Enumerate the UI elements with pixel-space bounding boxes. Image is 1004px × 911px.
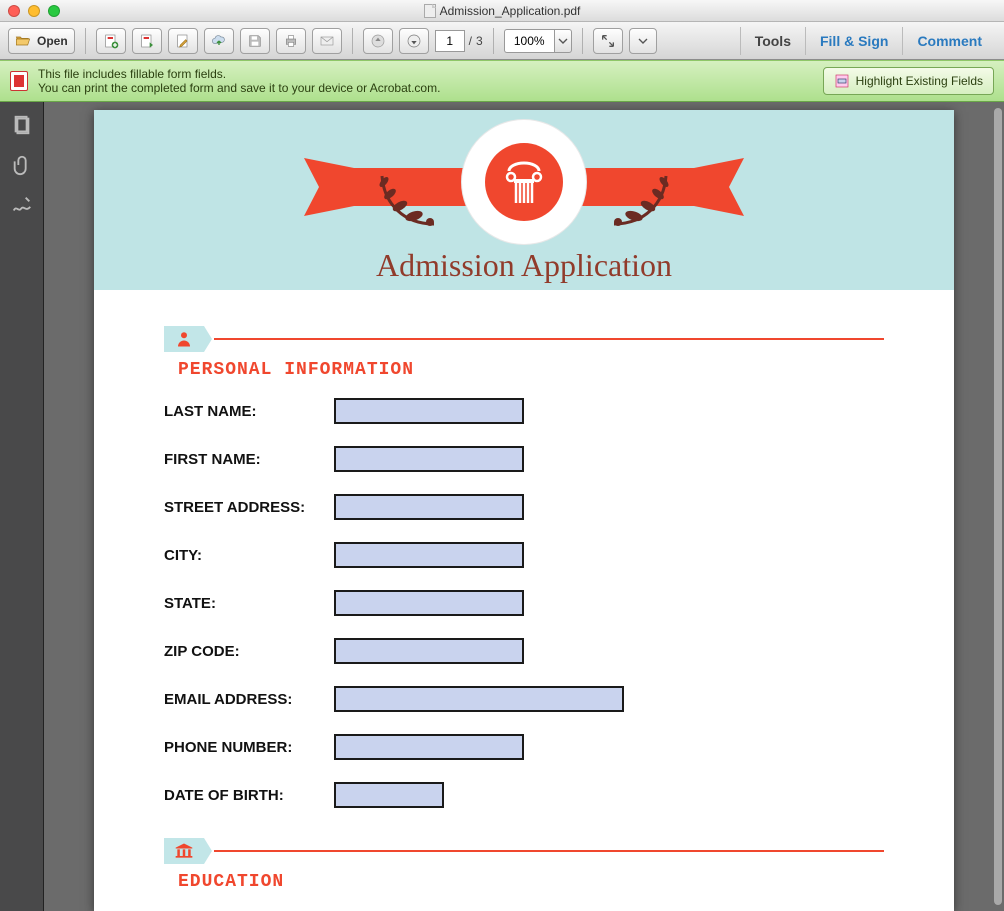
window-close-button[interactable] <box>8 5 20 17</box>
signatures-panel-button[interactable] <box>11 194 33 216</box>
attachments-panel-button[interactable] <box>11 154 33 176</box>
input-dob[interactable] <box>334 782 444 808</box>
laurel-right-icon <box>604 164 684 234</box>
create-pdf-button[interactable] <box>96 28 126 54</box>
document-viewer[interactable]: Admission Application PERSONAL INFORMATI… <box>44 102 1004 911</box>
label-dob: DATE OF BIRTH: <box>164 787 334 804</box>
open-button[interactable]: Open <box>8 28 75 54</box>
input-phone[interactable] <box>334 734 524 760</box>
section-header-personal <box>164 326 884 352</box>
highlight-fields-button[interactable]: Highlight Existing Fields <box>823 67 994 95</box>
input-street-address[interactable] <box>334 494 524 520</box>
input-city[interactable] <box>334 542 524 568</box>
highlight-icon <box>834 73 850 89</box>
page-total: 3 <box>476 34 483 48</box>
chevron-down-icon <box>555 33 571 49</box>
seal-graphic <box>468 126 580 238</box>
comment-label: Comment <box>917 33 982 49</box>
tools-tab[interactable]: Tools <box>740 27 805 55</box>
label-last-name: LAST NAME: <box>164 403 334 420</box>
arrow-up-icon <box>370 33 386 49</box>
institution-chip-icon <box>164 838 204 864</box>
person-chip-icon <box>164 326 204 352</box>
save-icon <box>247 33 263 49</box>
fill-sign-tab[interactable]: Fill & Sign <box>805 27 902 55</box>
folder-open-icon <box>15 33 31 49</box>
window-minimize-button[interactable] <box>28 5 40 17</box>
read-mode-button[interactable] <box>593 28 623 54</box>
create-pdf-icon <box>103 33 119 49</box>
view-dropdown[interactable] <box>629 28 657 54</box>
thumbnails-panel-button[interactable] <box>11 114 33 136</box>
page-separator: / <box>469 34 472 48</box>
input-last-name[interactable] <box>334 398 524 424</box>
export-pdf-icon <box>139 33 155 49</box>
section-header-education <box>164 838 884 864</box>
open-label: Open <box>37 34 68 48</box>
email-icon <box>319 33 335 49</box>
highlight-label: Highlight Existing Fields <box>856 74 983 88</box>
label-state: STATE: <box>164 595 334 612</box>
page-down-button[interactable] <box>399 28 429 54</box>
vertical-scrollbar[interactable] <box>994 108 1002 905</box>
pdf-form-icon <box>10 71 28 91</box>
label-email: EMAIL ADDRESS: <box>164 691 334 708</box>
edit-pdf-button[interactable] <box>168 28 198 54</box>
export-pdf-button[interactable] <box>132 28 162 54</box>
zoom-dropdown[interactable] <box>554 29 572 53</box>
form-info-bar: This file includes fillable form fields.… <box>0 60 1004 102</box>
section-title-personal: PERSONAL INFORMATION <box>178 360 884 380</box>
label-city: CITY: <box>164 547 334 564</box>
print-button[interactable] <box>276 28 306 54</box>
tools-label: Tools <box>755 33 791 49</box>
email-button[interactable] <box>312 28 342 54</box>
window-title: Admission_Application.pdf <box>440 4 581 18</box>
input-first-name[interactable] <box>334 446 524 472</box>
edit-icon <box>175 33 191 49</box>
page-number-input[interactable] <box>435 30 465 52</box>
window-titlebar: Admission_Application.pdf <box>0 0 1004 22</box>
input-state[interactable] <box>334 590 524 616</box>
info-line2: You can print the completed form and sav… <box>38 81 440 95</box>
info-line1: This file includes fillable form fields. <box>38 67 440 81</box>
section-title-education: EDUCATION <box>178 872 884 892</box>
document-title: Admission Application <box>376 247 672 284</box>
label-phone: PHONE NUMBER: <box>164 739 334 756</box>
chevron-down-icon <box>635 33 651 49</box>
page-indicator: / 3 <box>435 30 483 52</box>
input-email[interactable] <box>334 686 624 712</box>
arrow-down-icon <box>406 33 422 49</box>
document-icon <box>424 4 436 18</box>
info-text: This file includes fillable form fields.… <box>38 67 440 95</box>
label-first-name: FIRST NAME: <box>164 451 334 468</box>
zoom-input[interactable] <box>504 29 554 53</box>
print-icon <box>283 33 299 49</box>
laurel-left-icon <box>364 164 444 234</box>
page-up-button[interactable] <box>363 28 393 54</box>
toolbar: Open / 3 Tools Fill & Sign Comment <box>0 22 1004 60</box>
window-maximize-button[interactable] <box>48 5 60 17</box>
fill-sign-label: Fill & Sign <box>820 33 888 49</box>
cloud-upload-icon <box>211 33 227 49</box>
label-street-address: STREET ADDRESS: <box>164 499 334 516</box>
comment-tab[interactable]: Comment <box>902 27 996 55</box>
pillar-icon <box>499 157 549 207</box>
input-zip-code[interactable] <box>334 638 524 664</box>
expand-icon <box>600 33 616 49</box>
document-header: Admission Application <box>94 110 954 290</box>
cloud-upload-button[interactable] <box>204 28 234 54</box>
navigation-sidebar <box>0 102 44 911</box>
pdf-page: Admission Application PERSONAL INFORMATI… <box>94 110 954 911</box>
label-zip-code: ZIP CODE: <box>164 643 334 660</box>
save-button[interactable] <box>240 28 270 54</box>
